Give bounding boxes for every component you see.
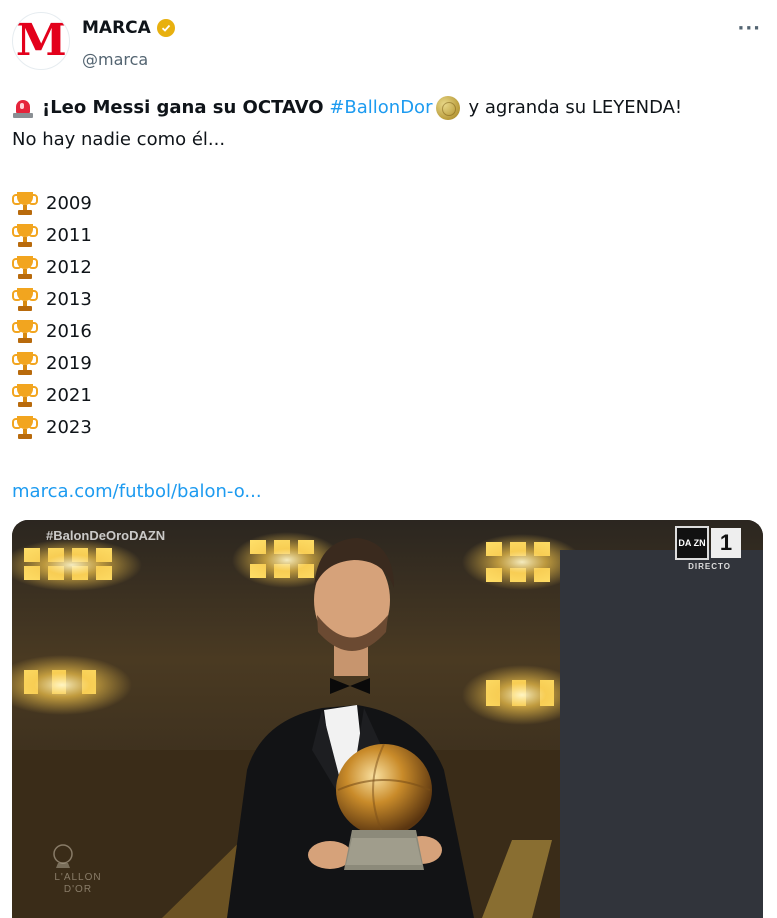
headline-part-1: ¡Leo Messi gana su OCTAVO: [42, 97, 324, 118]
year-label: 2016: [46, 321, 92, 342]
trophy-icon: [12, 383, 38, 409]
year-label: 2023: [46, 417, 92, 438]
live-label: DIRECTO: [688, 562, 731, 571]
year-label: 2012: [46, 257, 92, 278]
headline-part-2: y agranda su LEYENDA!: [468, 97, 683, 118]
year-list: 2009 2011 2012 2013 2016 2019 2021 2023: [12, 188, 772, 444]
year-list-item: 2012: [12, 252, 772, 284]
year-label: 2021: [46, 385, 92, 406]
article-link[interactable]: marca.com/futbol/balon-o...: [12, 476, 262, 508]
dazn-logo: DA ZN: [675, 526, 709, 560]
broadcaster-logo: DA ZN 1: [675, 526, 741, 560]
year-label: 2011: [46, 225, 92, 246]
broadcast-hashtag: #BalonDeOroDAZN: [46, 528, 166, 543]
ballon-dor-logo-icon: [53, 844, 73, 868]
subline: No hay nadie como él...: [12, 129, 226, 150]
display-name[interactable]: MARCA: [82, 18, 151, 38]
year-list-item: 2011: [12, 220, 772, 252]
year-list-item: 2019: [12, 348, 772, 380]
year-label: 2013: [46, 289, 92, 310]
year-list-item: 2016: [12, 316, 772, 348]
tweet-media-photo[interactable]: #BalonDeOroDAZN DA ZN 1 DIRECTO L'ALLON …: [12, 520, 763, 918]
ballon-dor-watermark: L'ALLON D'OR: [50, 842, 106, 896]
year-label: 2019: [46, 353, 92, 374]
channel-number: 1: [711, 528, 741, 558]
author-name-row: MARCA: [82, 18, 175, 38]
ceremony-photo: [12, 520, 763, 918]
hashtag-link[interactable]: #BallonDor: [329, 92, 432, 124]
year-list-item: 2023: [12, 412, 772, 444]
trophy-icon: [12, 351, 38, 377]
avatar[interactable]: M: [12, 12, 70, 70]
year-list-item: 2009: [12, 188, 772, 220]
more-options-icon[interactable]: ···: [737, 18, 761, 39]
police-light-icon: [12, 97, 34, 119]
handle[interactable]: @marca: [82, 50, 148, 69]
trophy-icon: [12, 191, 38, 217]
golden-ball-icon: [436, 96, 461, 120]
headline-line: ¡Leo Messi gana su OCTAVO #BallonDor y a…: [12, 92, 772, 124]
trophy-icon: [12, 415, 38, 441]
trophy-icon: [12, 223, 38, 249]
trophy-icon: [12, 255, 38, 281]
tweet-text: ¡Leo Messi gana su OCTAVO #BallonDor y a…: [12, 92, 772, 508]
trophy-icon: [12, 319, 38, 345]
marca-logo: M: [15, 15, 67, 66]
verified-badge-icon: [156, 19, 175, 37]
year-list-item: 2021: [12, 380, 772, 412]
year-label: 2009: [46, 193, 92, 214]
trophy-icon: [12, 287, 38, 313]
year-list-item: 2013: [12, 284, 772, 316]
